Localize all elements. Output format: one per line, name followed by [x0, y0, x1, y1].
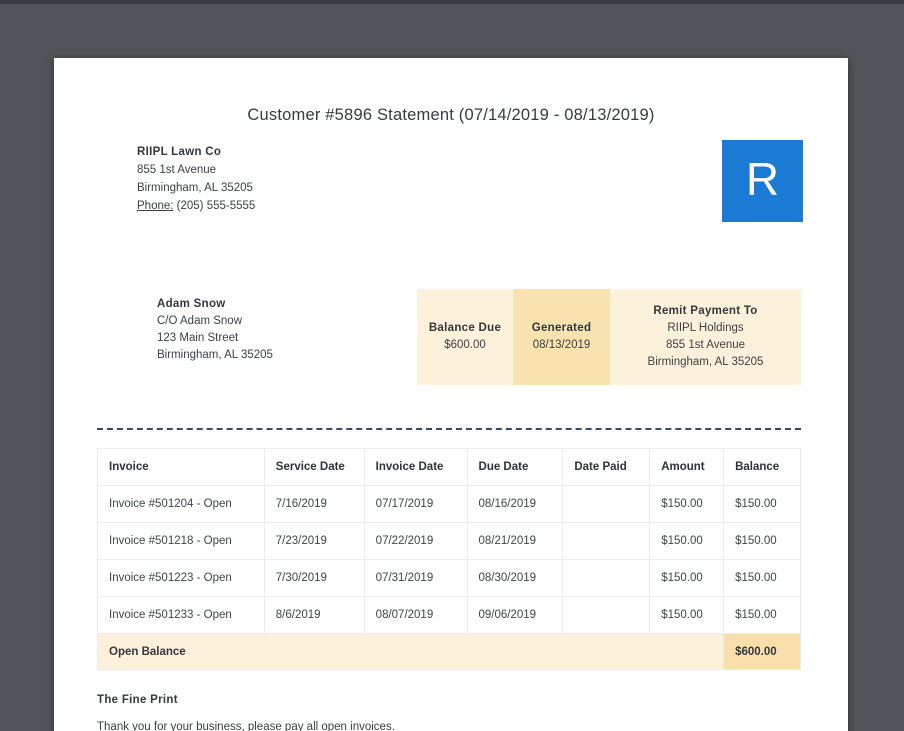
statement-page: Customer #5896 Statement (07/14/2019 - 0…	[54, 58, 848, 731]
document-viewer-background: Customer #5896 Statement (07/14/2019 - 0…	[0, 0, 904, 731]
cell-due-date: 08/16/2019	[466, 485, 564, 523]
cell-invoice-date: 07/31/2019	[363, 559, 468, 597]
cell-date-paid	[562, 596, 651, 634]
statement-summary-strip: Balance Due $600.00 Generated 08/13/2019…	[417, 289, 801, 385]
company-logo: R	[722, 140, 803, 222]
dashed-divider	[97, 428, 801, 430]
invoice-table-header-row: Invoice Service Date Invoice Date Due Da…	[97, 448, 801, 486]
open-balance-row: Open Balance $600.00	[96, 633, 801, 670]
company-info-block: RIIPL Lawn Co 855 1st Avenue Birmingham,…	[137, 143, 255, 215]
generated-value: 08/13/2019	[532, 339, 591, 351]
cell-invoice-date: 07/22/2019	[363, 522, 468, 560]
phone-value: (205) 555-5555	[176, 200, 256, 212]
company-address-line1: 855 1st Avenue	[137, 164, 217, 176]
invoice-table-row: Invoice #501204 - Open 7/16/2019 07/17/2…	[97, 485, 801, 523]
company-phone-line: Phone: (205) 555-5555	[137, 197, 255, 215]
cell-amount: $150.00	[649, 559, 725, 597]
invoice-table: Invoice Service Date Invoice Date Due Da…	[96, 448, 801, 670]
cell-due-date: 08/30/2019	[466, 559, 564, 597]
cell-date-paid	[562, 559, 651, 597]
viewer-top-edge	[0, 0, 904, 4]
customer-info-block: Adam Snow C/O Adam Snow 123 Main Street …	[157, 296, 273, 364]
cell-invoice-date: 08/07/2019	[363, 596, 468, 634]
cell-balance: $150.00	[723, 522, 801, 560]
cell-date-paid	[562, 485, 651, 523]
invoice-table-row: Invoice #501223 - Open 7/30/2019 07/31/2…	[97, 559, 801, 597]
header-due-date: Due Date	[466, 448, 564, 486]
fine-print-section: The Fine Print Thank you for your busine…	[97, 694, 395, 731]
cell-amount: $150.00	[649, 485, 725, 523]
remit-line1: RIIPL Holdings	[667, 322, 744, 334]
remit-line3: Birmingham, AL 35205	[647, 356, 764, 368]
cell-date-paid	[562, 522, 651, 560]
cell-invoice: Invoice #501218 - Open	[97, 522, 265, 560]
cell-service-date: 7/23/2019	[263, 522, 365, 560]
balance-due-value: $600.00	[444, 339, 486, 351]
cell-due-date: 08/21/2019	[466, 522, 564, 560]
statement-title: Customer #5896 Statement (07/14/2019 - 0…	[247, 106, 655, 124]
customer-address-line2: Birmingham, AL 35205	[157, 349, 273, 361]
cell-amount: $150.00	[649, 522, 725, 560]
invoice-table-row: Invoice #501233 - Open 8/6/2019 08/07/20…	[97, 596, 801, 634]
open-balance-value: $600.00	[723, 633, 801, 670]
logo-letter: R	[745, 153, 780, 205]
customer-name: Adam Snow	[157, 298, 226, 310]
cell-balance: $150.00	[723, 596, 801, 634]
remit-label: Remit Payment To	[653, 305, 758, 317]
balance-due-box: Balance Due $600.00	[417, 289, 513, 385]
company-name: RIIPL Lawn Co	[137, 146, 222, 158]
generated-label: Generated	[531, 322, 592, 334]
cell-balance: $150.00	[723, 559, 801, 597]
cell-invoice: Invoice #501233 - Open	[97, 596, 265, 634]
phone-label: Phone:	[137, 200, 174, 212]
header-date-paid: Date Paid	[562, 448, 651, 486]
open-balance-label: Open Balance	[96, 633, 725, 670]
invoice-table-row: Invoice #501218 - Open 7/23/2019 07/22/2…	[97, 522, 801, 560]
header-invoice: Invoice	[97, 448, 265, 486]
fine-print-body: Thank you for your business, please pay …	[97, 721, 395, 731]
header-invoice-date: Invoice Date	[363, 448, 468, 486]
cell-invoice-date: 07/17/2019	[363, 485, 468, 523]
fine-print-heading: The Fine Print	[97, 694, 178, 706]
customer-care-of-line: C/O Adam Snow	[157, 315, 243, 327]
remit-payment-box: Remit Payment To RIIPL Holdings 855 1st …	[610, 289, 801, 385]
customer-address-line1: 123 Main Street	[157, 332, 239, 344]
header-amount: Amount	[649, 448, 725, 486]
remit-line2: 855 1st Avenue	[665, 339, 746, 351]
balance-due-label: Balance Due	[428, 322, 502, 334]
cell-amount: $150.00	[649, 596, 725, 634]
cell-service-date: 7/30/2019	[263, 559, 365, 597]
header-service-date: Service Date	[263, 448, 365, 486]
header-balance: Balance	[723, 448, 801, 486]
generated-box: Generated 08/13/2019	[513, 289, 610, 385]
cell-due-date: 09/06/2019	[466, 596, 564, 634]
cell-invoice: Invoice #501223 - Open	[97, 559, 265, 597]
cell-invoice: Invoice #501204 - Open	[97, 485, 265, 523]
cell-service-date: 8/6/2019	[263, 596, 365, 634]
company-address-line2: Birmingham, AL 35205	[137, 182, 253, 194]
cell-balance: $150.00	[723, 485, 801, 523]
cell-service-date: 7/16/2019	[263, 485, 365, 523]
